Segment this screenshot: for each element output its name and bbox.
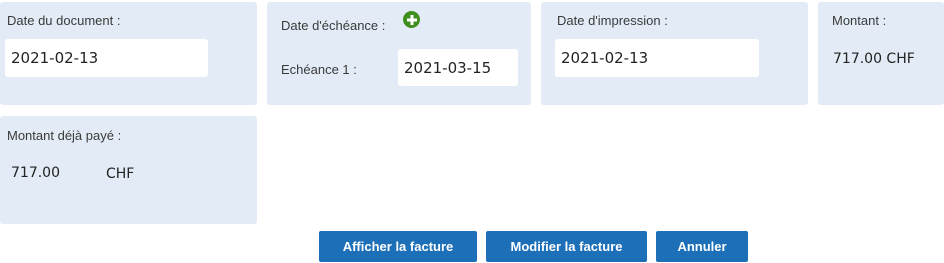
amount-paid-value: 717.00 [11, 165, 60, 181]
due-date-label: Date d'échéance : [281, 18, 386, 33]
amount-label: Montant : [832, 13, 887, 28]
amount-card: Montant : 717.00 CHF [818, 2, 944, 105]
add-due-date-icon[interactable] [403, 11, 420, 28]
installment-1-date-field[interactable]: 2021-03-15 [398, 49, 518, 86]
print-date-label: Date d'impression : [557, 13, 668, 28]
amount-paid-currency: CHF [106, 166, 135, 182]
due-date-card: Date d'échéance : Echéance 1 : 2021-03-1… [267, 2, 531, 105]
show-invoice-button[interactable]: Afficher la facture [319, 231, 477, 262]
print-date-card: Date d'impression : 2021-02-13 [541, 2, 808, 105]
installment-1-label: Echéance 1 : [281, 62, 357, 77]
document-date-label: Date du document : [7, 13, 121, 28]
invoice-form: Date du document : 2021-02-13 Date d'éch… [0, 0, 944, 263]
edit-invoice-button[interactable]: Modifier la facture [486, 231, 647, 262]
cancel-button[interactable]: Annuler [656, 231, 748, 262]
amount-paid-label: Montant déjà payé : [7, 128, 122, 143]
amount-paid-card: Montant déjà payé : 717.00 CHF [0, 116, 257, 224]
document-date-card: Date du document : 2021-02-13 [0, 2, 257, 105]
document-date-field[interactable]: 2021-02-13 [5, 39, 208, 77]
print-date-field[interactable]: 2021-02-13 [555, 39, 759, 77]
amount-value: 717.00 CHF [833, 51, 915, 67]
